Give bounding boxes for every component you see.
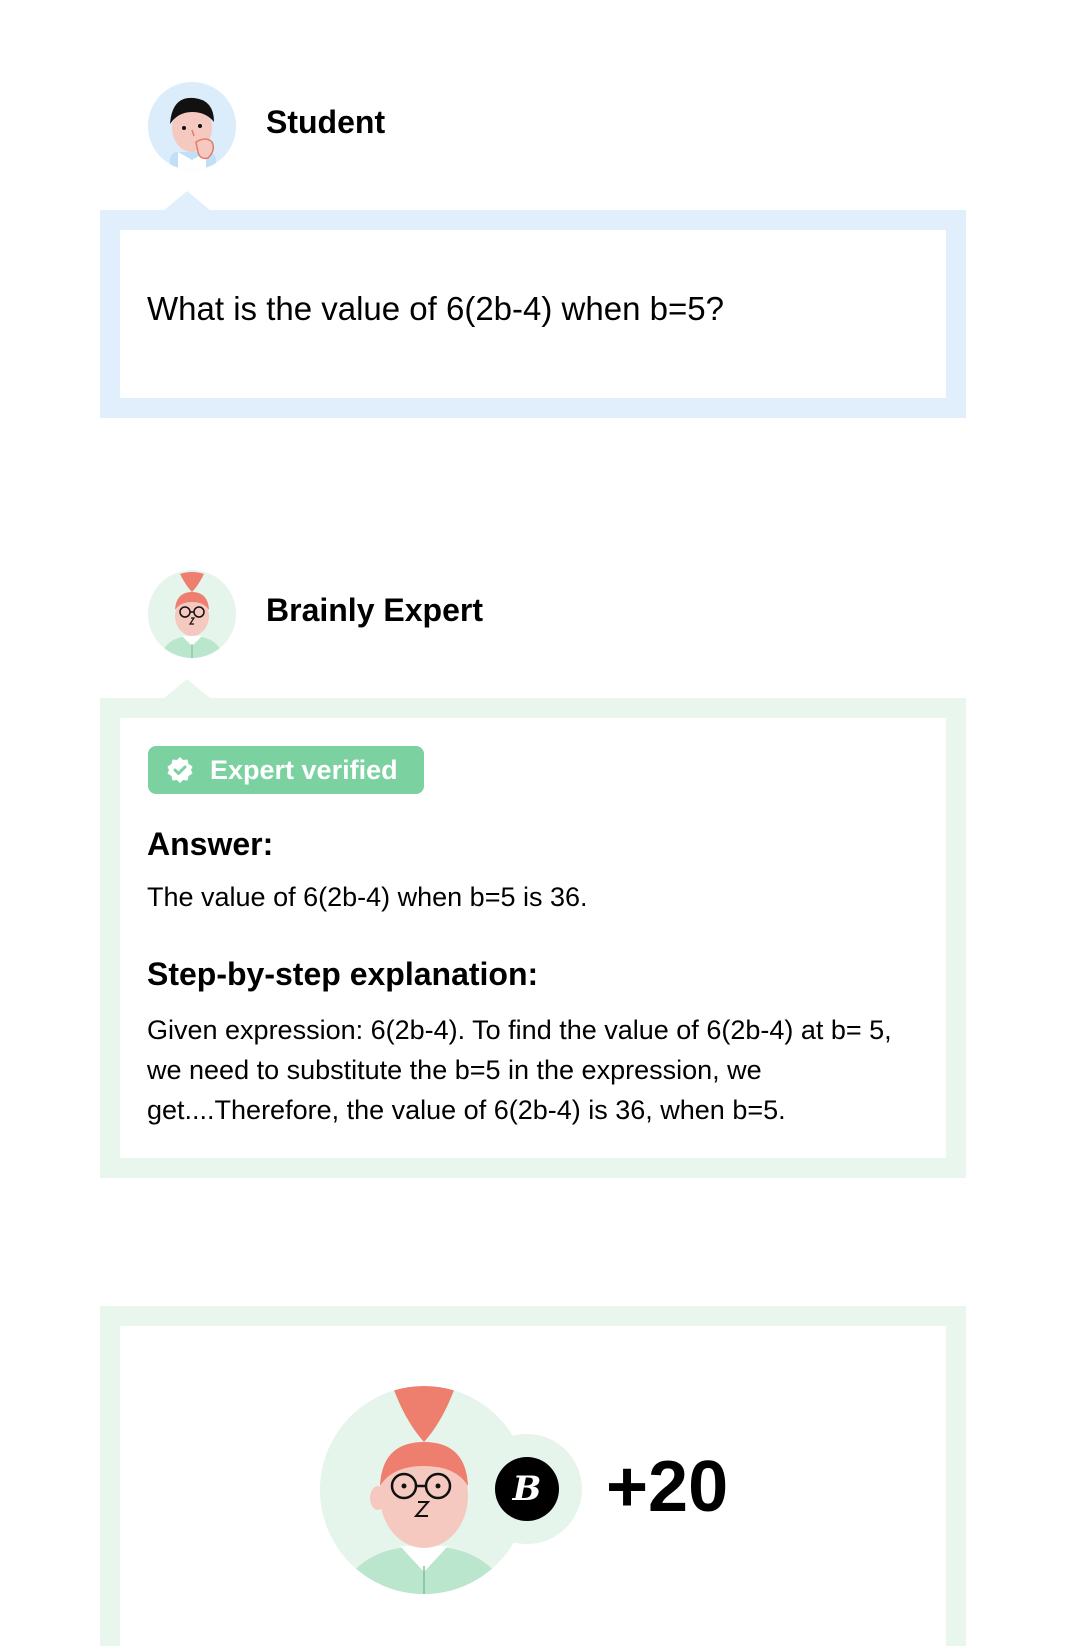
verified-check-icon — [167, 757, 193, 783]
student-name: Student — [266, 104, 386, 140]
question-text: What is the value of 6(2b-4) when b=5? — [147, 290, 724, 327]
answer-bubble-pointer — [163, 679, 211, 699]
expert-avatar-icon — [148, 570, 236, 658]
question-bubble-pointer — [163, 191, 211, 211]
answer-heading: Answer: — [147, 826, 274, 862]
expert-verified-badge: Expert verified — [148, 746, 424, 794]
steps-text: Given expression: 6(2b-4). To find the v… — [147, 1015, 892, 1125]
answer-text: The value of 6(2b-4) when b=5 is 36. — [147, 882, 588, 912]
badge-label: Expert verified — [210, 754, 398, 785]
expert-name: Brainly Expert — [266, 592, 483, 628]
student-avatar-icon — [148, 82, 236, 170]
steps-heading: Step-by-step explanation: — [147, 956, 539, 992]
reward-points: +20 — [606, 1447, 729, 1527]
brainly-coin-icon: B — [495, 1457, 559, 1521]
